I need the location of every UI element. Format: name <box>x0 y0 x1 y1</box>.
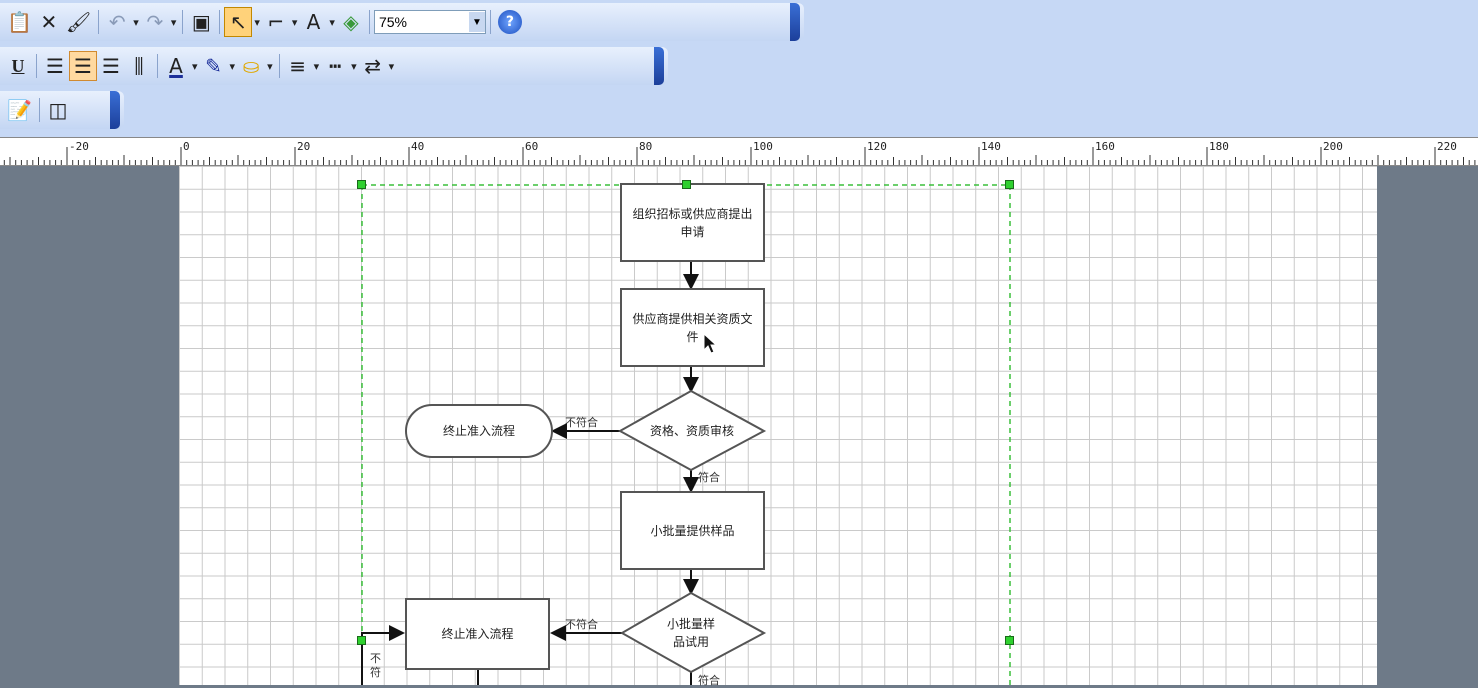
node-label: 供应商提供相关资质文件 <box>632 311 753 344</box>
flow-node-apply[interactable]: 组织招标或供应商提出申请 <box>620 183 765 262</box>
connector-label-reject: 不符 <box>370 652 381 680</box>
connector[interactable] <box>361 625 405 685</box>
mouse-cursor-icon <box>703 333 718 354</box>
flow-node-terminate-1[interactable]: 终止准入流程 <box>405 404 553 458</box>
selection-handle[interactable] <box>357 636 366 645</box>
node-label: 终止准入流程 <box>442 424 515 438</box>
connector-label-pass: 符合 <box>698 674 720 687</box>
node-label: 小批量样品试用 <box>667 617 716 649</box>
node-label: 终止准入流程 <box>441 627 514 641</box>
connector-label-reject: 不符合 <box>565 618 598 631</box>
selection-handle[interactable] <box>357 180 366 189</box>
selection-handle[interactable] <box>1005 180 1014 189</box>
node-label: 资格、资质审核 <box>649 424 734 438</box>
flow-node-terminate-2[interactable]: 终止准入流程 <box>405 598 550 670</box>
connector-label-reject: 不符合 <box>565 416 598 429</box>
connector-label-pass: 符合 <box>698 471 720 484</box>
node-label: 小批量提供样品 <box>650 523 735 538</box>
flow-node-review[interactable]: 资格、资质审核 <box>626 418 758 444</box>
selection-handle[interactable] <box>682 180 691 189</box>
flow-node-provide-docs[interactable]: 供应商提供相关资质文件 <box>620 288 765 367</box>
selection-handle[interactable] <box>1005 636 1014 645</box>
flow-node-sample[interactable]: 小批量提供样品 <box>620 491 765 570</box>
node-label: 组织招标或供应商提出申请 <box>632 206 753 239</box>
flow-node-trial[interactable]: 小批量样品试用 <box>658 606 724 660</box>
